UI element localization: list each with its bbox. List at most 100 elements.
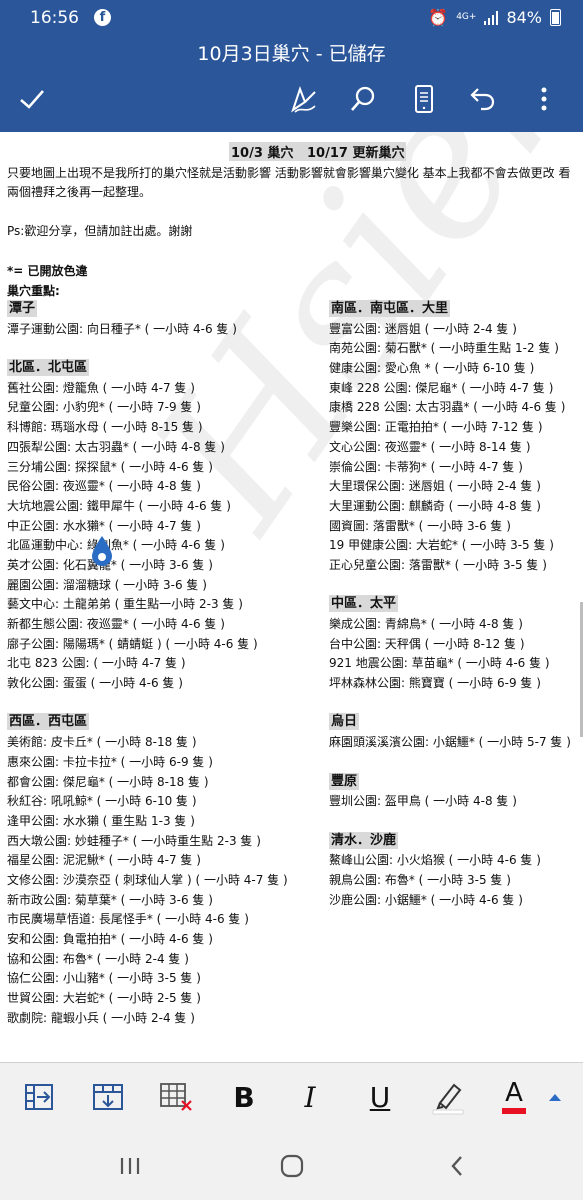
nest-entry: 潭子運動公園: 向日種子* ( 一小時 4-6 隻 ) (7, 321, 237, 336)
nest-entry: 大里環保公園: 迷唇姐 ( 一小時 2-4 隻 ) (329, 479, 541, 494)
facebook-notification-icon: f (94, 9, 111, 26)
nest-entry: 協和公園: 布魯* ( 一小時 2-4 隻 ) (7, 951, 189, 966)
section-header: 北區．北屯區 (7, 359, 288, 379)
highlight-button[interactable] (428, 1077, 468, 1117)
nest-entry: 兒童公園: 小豹兜* ( 一小時 7-9 隻 ) (7, 400, 201, 415)
section-header: 烏日 (329, 713, 571, 733)
undo-button[interactable] (466, 82, 500, 116)
nest-entry: 沙鹿公園: 小鋸鱷* ( 一小時 4-6 隻 ) (329, 892, 523, 907)
underline-button[interactable]: U (360, 1077, 400, 1117)
draw-pen-icon (291, 86, 316, 113)
nest-entry: 豐樂公園: 正電拍拍* ( 一小時 7-12 隻 ) (329, 420, 543, 435)
section-header: 豐原 (329, 772, 571, 793)
cursor-handle-icon[interactable] (90, 534, 114, 568)
nest-entry: 北區運動中心: 綠刺魚* ( 一小時 4-6 隻 ) (7, 538, 225, 553)
font-color-label: A (505, 1078, 523, 1108)
nest-entry: 舊社公園: 燈籠魚 ( 一小時 4-7 隻 ) (7, 380, 195, 395)
insert-column-right-button[interactable] (20, 1077, 60, 1117)
section-header: 西區．西屯區 (7, 713, 288, 733)
nest-entry: 大里運動公園: 麒麟奇 ( 一小時 4-8 隻 ) (329, 498, 541, 513)
nest-entry: 惠來公園: 卡拉卡拉* ( 一小時 6-9 隻 ) (7, 754, 213, 769)
done-button[interactable] (15, 82, 49, 116)
nest-entry: 美術館: 皮卡丘* ( 一小時 8-18 隻 ) (7, 735, 197, 750)
nest-entry: 文修公園: 沙漠奈亞 ( 刺球仙人掌 ) ( 一小時 4-7 隻 ) (7, 872, 288, 887)
delete-table-button[interactable] (156, 1077, 196, 1117)
nest-entry: 新都生態公園: 夜巡靈* ( 一小時 4-6 隻 ) (7, 617, 225, 631)
nest-entry: 中正公園: 水水獺* ( 一小時 4-7 隻 ) (7, 518, 201, 533)
nest-entry: 親鳥公園: 布魯* ( 一小時 3-5 隻 ) (329, 872, 511, 887)
recent-apps-button[interactable] (110, 1150, 150, 1182)
network-label: 4G+ (456, 12, 477, 22)
section-title: 潭子 (7, 300, 38, 317)
home-button[interactable] (272, 1150, 312, 1182)
document-title: 10月3日巢穴 - 已儲存 (197, 43, 386, 65)
right-column: 南區．南屯區．大里豐富公園: 迷唇姐 ( 一小時 2-4 隻 ) 南苑公園: 菊石… (329, 300, 571, 910)
focus-heading: 巢穴重點: (7, 284, 60, 298)
more-options-button[interactable] (527, 82, 561, 116)
format-toolbar: B I U A (0, 1062, 583, 1133)
nest-entry: 三分埔公園: 探探鼠* ( 一小時 4-6 隻 ) (7, 459, 213, 474)
nest-entry: 藝文中心: 土龍弟弟 ( 重生點一小時 2-3 隻 ) (7, 597, 243, 612)
nest-entry: 北屯 823 公園: ( 一小時 4-7 隻 ) (7, 656, 186, 671)
nest-entry: 協仁公園: 小山豬* ( 一小時 3-5 隻 ) (7, 971, 201, 986)
nest-entry: 豐富公園: 迷唇姐 ( 一小時 2-4 隻 ) (329, 321, 517, 336)
font-color-swatch (502, 1108, 526, 1114)
section-title: 清水．沙鹿 (329, 831, 399, 849)
nest-entry: 南苑公園: 菊石獸* ( 一小時重生點 1-2 隻 ) (329, 341, 559, 356)
nest-entry: 樂成公園: 青綿鳥* ( 一小時 4-8 隻 ) (329, 617, 523, 631)
nest-entry: 逢甲公園: 水水獺 ( 重生點 1-3 隻 ) (7, 813, 195, 828)
insert-column-right-icon (25, 1084, 53, 1110)
nest-entry: 健康公園: 愛心魚 * ( 一小時 6-10 隻 ) (329, 361, 535, 376)
signal-icon (484, 10, 499, 25)
nest-entry: 麻園頭溪溪濱公園: 小鋸鱷* ( 一小時 5-7 隻 ) (329, 735, 571, 750)
section-title: 中區．太平 (329, 595, 399, 613)
delete-table-icon (160, 1083, 192, 1111)
system-nav-bar (0, 1132, 583, 1200)
nest-entry: 市民廣場草悟道: 長尾怪手* ( 一小時 4-6 隻 ) (7, 912, 249, 927)
status-bar: 16:56 f ⏰ 4G+ 84% (0, 0, 583, 36)
document-canvas[interactable]: Hsieh 10/3 巢穴 10/17 更新巢穴 只要地圖上出現不是我所打的巢穴… (0, 132, 583, 1062)
section-header: 潭子 (7, 300, 288, 320)
nest-entry: 麗園公園: 溜溜糖球 ( 一小時 3-6 隻 ) (7, 577, 207, 592)
nest-entry: 崇倫公園: 卡蒂狗* ( 一小時 4-7 隻 ) (329, 459, 523, 474)
section-title: 南區．南屯區．大里 (329, 300, 451, 317)
expand-toolbar-button[interactable] (535, 1077, 575, 1117)
nest-entry: 民俗公園: 夜巡靈* ( 一小時 4-8 隻 ) (7, 479, 201, 494)
search-button[interactable] (346, 82, 380, 116)
undo-icon (470, 88, 495, 111)
nest-entry: 康橋 228 公園: 太古羽蟲* ( 一小時 4-6 隻 ) (329, 400, 566, 415)
font-color-button[interactable]: A (494, 1077, 534, 1117)
nest-entry: 921 地震公園: 草苗龜* ( 一小時 4-6 隻 ) (329, 656, 550, 671)
section-title: 北區．北屯區 (7, 359, 90, 377)
nest-entry: 東峰 228 公園: 傑尼龜* ( 一小時 4-7 隻 ) (329, 380, 554, 395)
nest-entry: 歌劇院: 龍蝦小兵 ( 一小時 2-4 隻 ) (7, 1010, 195, 1025)
app-bar: 10月3日巢穴 - 已儲存 (0, 36, 583, 132)
section-header: 中區．太平 (329, 595, 571, 615)
nest-entry: 四張犁公園: 太古羽蟲* ( 一小時 4-8 隻 ) (7, 439, 225, 454)
nest-entry: 台中公園: 天秤偶 ( 一小時 8-12 隻 ) (329, 636, 525, 651)
back-button[interactable] (437, 1150, 477, 1182)
nest-entry: 廍子公園: 陽陽瑪* ( 蜻蜻蜓 ) ( 一小時 4-6 隻 ) (7, 636, 258, 651)
document-heading: 10/3 巢穴 10/17 更新巢穴 (229, 142, 407, 161)
mobile-view-button[interactable] (407, 82, 441, 116)
nest-entry: 科博館: 瑪瑙水母 ( 一小時 8-15 隻 ) (7, 420, 203, 435)
nest-entry: 都會公園: 傑尼龜* ( 一小時 8-18 隻 ) (7, 774, 209, 789)
nest-entry: 英才公園: 化石翼龍* ( 一小時 3-6 隻 ) (7, 557, 213, 572)
draw-button[interactable] (287, 82, 321, 116)
section-title: 烏日 (329, 713, 360, 731)
nest-entry: 正心兒童公園: 落雷獸* ( 一小時 3-5 隻 ) (329, 557, 547, 572)
italic-button[interactable]: I (290, 1077, 330, 1117)
left-column: 潭子潭子運動公園: 向日種子* ( 一小時 4-6 隻 ) 北區．北屯區舊社公園:… (7, 300, 288, 1028)
nest-entry: 安和公園: 負電拍拍* ( 一小時 4-6 隻 ) (7, 932, 213, 946)
ps-note: Ps:歡迎分享，但請加註出處。謝謝 (7, 224, 193, 238)
mobile-view-icon (415, 85, 433, 113)
battery-icon (550, 9, 561, 26)
highlighter-icon (432, 1083, 464, 1115)
insert-row-below-button[interactable] (88, 1077, 128, 1117)
bold-button[interactable]: B (224, 1077, 264, 1117)
section-header: 清水．沙鹿 (329, 831, 571, 852)
status-icons: ⏰ 4G+ 84% (428, 8, 561, 27)
